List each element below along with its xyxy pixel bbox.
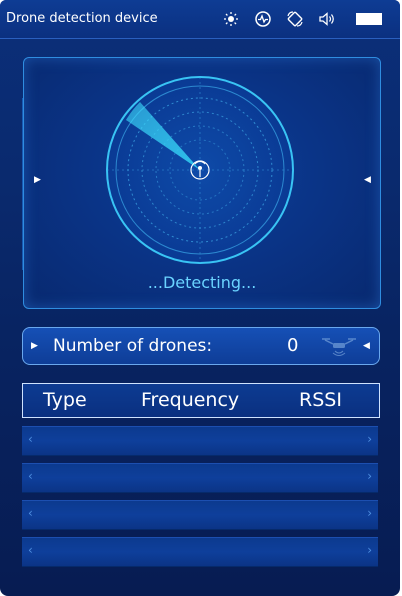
row-right-chevron: › bbox=[367, 506, 372, 520]
row-left-chevron: ‹ bbox=[28, 506, 33, 520]
radar-left-arrow[interactable]: ▶ bbox=[34, 175, 41, 185]
column-header-type: Type bbox=[43, 389, 87, 411]
column-header-rssi: RSSI bbox=[299, 389, 342, 411]
drone-count-value: 0 bbox=[287, 335, 299, 356]
rotate-icon[interactable] bbox=[286, 10, 304, 28]
battery-icon bbox=[356, 13, 382, 25]
table-row[interactable]: ‹ › bbox=[22, 537, 378, 567]
row-left-chevron: ‹ bbox=[28, 469, 33, 483]
radar-panel: ▶ ◀ ...Detecting... bbox=[23, 57, 381, 309]
table-header: Type Frequency RSSI bbox=[22, 383, 380, 418]
row-right-chevron: › bbox=[367, 543, 372, 557]
detecting-status: ...Detecting... bbox=[147, 273, 257, 292]
volume-icon[interactable] bbox=[318, 10, 336, 28]
row-left-chevron: ‹ bbox=[28, 543, 33, 557]
column-header-frequency: Frequency bbox=[141, 389, 240, 411]
table-row[interactable]: ‹ › bbox=[22, 463, 378, 493]
drone-count-label: Number of drones: bbox=[53, 336, 213, 356]
table-row[interactable]: ‹ › bbox=[22, 500, 378, 530]
count-left-arrow[interactable]: ▶ bbox=[31, 341, 38, 351]
drone-count-bar: ▶ Number of drones: 0 ◀ bbox=[22, 327, 380, 365]
activity-icon[interactable] bbox=[254, 10, 272, 28]
radar-right-arrow[interactable]: ◀ bbox=[364, 175, 371, 185]
row-right-chevron: › bbox=[367, 432, 372, 446]
count-right-arrow[interactable]: ◀ bbox=[363, 341, 370, 351]
radar-display bbox=[106, 76, 294, 264]
brightness-icon[interactable] bbox=[222, 10, 240, 28]
drone-icon bbox=[322, 338, 356, 356]
device-screen: Drone detection device ▶ ◀ ...Detecting.… bbox=[0, 0, 400, 596]
title-bar: Drone detection device bbox=[0, 0, 400, 39]
table-row[interactable]: ‹ › bbox=[22, 426, 378, 456]
row-left-chevron: ‹ bbox=[28, 432, 33, 446]
row-right-chevron: › bbox=[367, 469, 372, 483]
app-title: Drone detection device bbox=[6, 11, 158, 26]
